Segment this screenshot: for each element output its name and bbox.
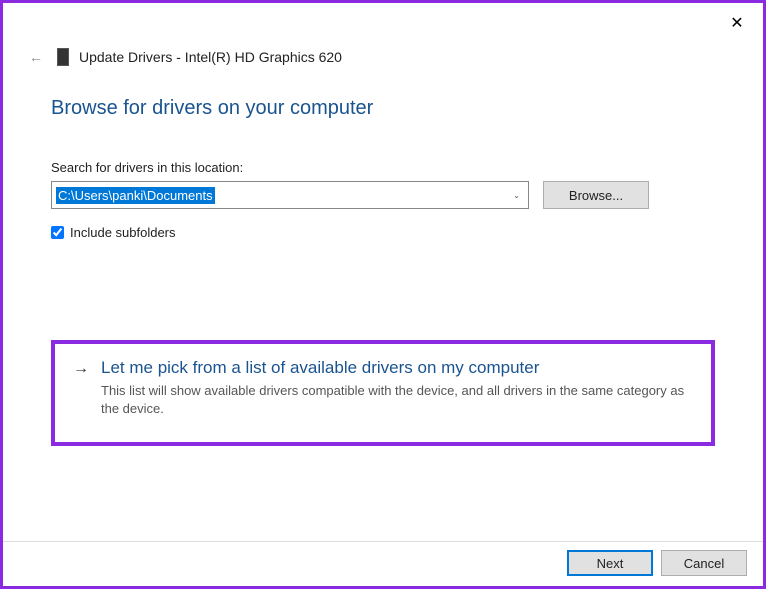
include-subfolders-row[interactable]: Include subfolders [51,225,715,240]
wizard-footer: Next Cancel [3,541,763,586]
browse-button[interactable]: Browse... [543,181,649,209]
close-button[interactable]: ✕ [725,11,749,35]
wizard-header: ← Update Drivers - Intel(R) HD Graphics … [3,3,763,67]
page-heading: Browse for drivers on your computer [51,97,715,120]
option-title: Let me pick from a list of available dri… [101,358,693,378]
content-area: Browse for drivers on your computer Sear… [3,67,763,446]
option-text-block: Let me pick from a list of available dri… [101,358,693,418]
option-description: This list will show available drivers co… [101,382,693,418]
device-icon [57,48,69,66]
search-location-label: Search for drivers in this location: [51,160,715,175]
arrow-right-icon: → [73,358,89,418]
path-combobox[interactable]: C:\Users\panki\Documents ⌄ [51,181,529,209]
next-button[interactable]: Next [567,550,653,576]
back-arrow-icon: ← [29,49,43,65]
chevron-down-icon: ⌄ [513,191,520,200]
pick-from-list-option[interactable]: → Let me pick from a list of available d… [51,340,715,446]
include-subfolders-checkbox[interactable] [51,226,64,239]
back-button[interactable]: ← [25,47,47,67]
path-input-row: C:\Users\panki\Documents ⌄ Browse... [51,181,715,209]
close-icon: ✕ [730,13,743,33]
cancel-button[interactable]: Cancel [661,550,747,576]
path-value: C:\Users\panki\Documents [56,187,215,204]
wizard-title: Update Drivers - Intel(R) HD Graphics 62… [79,49,342,65]
include-subfolders-label: Include subfolders [70,225,176,240]
